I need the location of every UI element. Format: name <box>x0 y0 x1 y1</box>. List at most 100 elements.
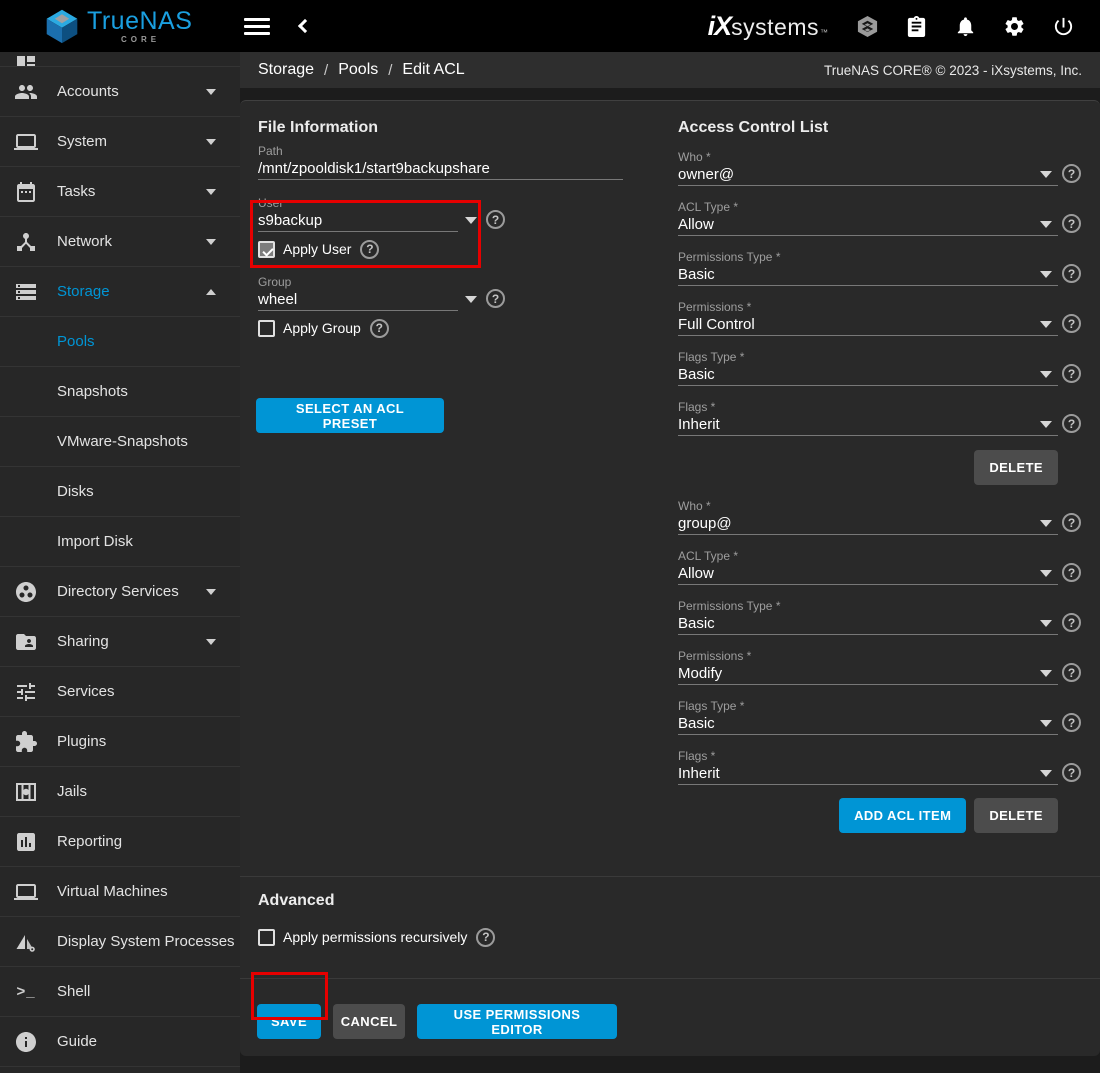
group-select[interactable]: Group wheel ? <box>258 275 658 311</box>
power-icon[interactable] <box>1052 15 1075 38</box>
delete-acl-item-button[interactable]: DELETE <box>974 798 1058 833</box>
sidebar-item-jails[interactable]: Jails <box>0 767 240 817</box>
acl-flags-type-select[interactable]: Flags Type * Basic ? <box>678 350 1058 386</box>
dashboard-icon <box>14 53 38 67</box>
sidebar-item-tasks[interactable]: Tasks <box>0 167 240 217</box>
help-icon[interactable]: ? <box>486 289 505 308</box>
use-permissions-editor-button[interactable]: USE PERMISSIONS EDITOR <box>417 1004 617 1039</box>
dropdown-caret-icon <box>1040 271 1052 278</box>
sidebar-item-plugins[interactable]: Plugins <box>0 717 240 767</box>
acl-flags-select[interactable]: Flags * Inherit ? <box>678 400 1058 436</box>
apply-user-row: Apply User ? <box>258 240 658 258</box>
acl-flags-type-select[interactable]: Flags Type * Basic ? <box>678 699 1058 735</box>
sidebar-item-storage[interactable]: Storage <box>0 267 240 317</box>
acl-permissions-select[interactable]: Permissions * Full Control ? <box>678 300 1058 336</box>
acl-who-select[interactable]: Who * group@ ? <box>678 499 1058 535</box>
brand-edition: CORE <box>121 36 192 44</box>
apply-group-checkbox[interactable] <box>258 320 275 337</box>
acl-permissions-type-select[interactable]: Permissions Type * Basic ? <box>678 599 1058 635</box>
breadcrumb-pools[interactable]: Pools <box>338 61 378 79</box>
sidebar-item-import-disk[interactable]: Import Disk <box>0 517 240 567</box>
acl-flags-select[interactable]: Flags * Inherit ? <box>678 749 1058 785</box>
sidebar-item-display-system-processes[interactable]: Display System Processes <box>0 917 240 967</box>
advanced-section: Advanced Apply permissions recursively ? <box>240 877 1100 978</box>
virtual-machines-laptop-icon <box>14 880 38 904</box>
help-icon[interactable]: ? <box>1062 663 1081 682</box>
sidebar-item-guide[interactable]: Guide <box>0 1017 240 1067</box>
user-select[interactable]: User s9backup ? <box>258 196 658 232</box>
sidebar-item-accounts[interactable]: Accounts <box>0 67 240 117</box>
add-acl-item-button[interactable]: ADD ACL ITEM <box>839 798 966 833</box>
acl-type-select[interactable]: ACL Type * Allow ? <box>678 549 1058 585</box>
collapse-chevron-left-icon[interactable] <box>298 19 312 33</box>
tasks-clipboard-icon[interactable] <box>905 15 928 38</box>
help-icon[interactable]: ? <box>1062 613 1081 632</box>
delete-acl-item-button[interactable]: DELETE <box>974 450 1058 485</box>
apply-user-checkbox[interactable] <box>258 241 275 258</box>
dropdown-caret-icon <box>1040 421 1052 428</box>
breadcrumb-storage[interactable]: Storage <box>258 61 314 79</box>
sidebar-item-system[interactable]: System <box>0 117 240 167</box>
help-icon[interactable]: ? <box>1062 713 1081 732</box>
help-icon[interactable]: ? <box>1062 763 1081 782</box>
acl-who-select[interactable]: Who * owner@ ? <box>678 150 1058 186</box>
help-icon[interactable]: ? <box>1062 164 1081 183</box>
form-actions: SAVE CANCEL USE PERMISSIONS EDITOR <box>240 979 1100 1039</box>
sidebar-item-vmware-snapshots[interactable]: VMware-Snapshots <box>0 417 240 467</box>
sidebar-item-disks[interactable]: Disks <box>0 467 240 517</box>
file-information-title: File Information <box>258 120 658 136</box>
path-field[interactable]: Path /mnt/zpooldisk1/start9backupshare <box>258 144 658 180</box>
sidebar-item-directory-services[interactable]: Directory Services <box>0 567 240 617</box>
apply-recursively-checkbox[interactable] <box>258 929 275 946</box>
help-icon[interactable]: ? <box>1062 264 1081 283</box>
help-icon[interactable]: ? <box>1062 214 1081 233</box>
dropdown-caret-icon <box>1040 221 1052 228</box>
directory-services-icon <box>14 580 38 604</box>
chevron-down-icon <box>206 89 216 95</box>
chevron-down-icon <box>206 189 216 195</box>
dropdown-caret-icon <box>1040 570 1052 577</box>
help-icon[interactable]: ? <box>360 240 379 259</box>
plugins-puzzle-icon <box>14 730 38 754</box>
help-icon[interactable]: ? <box>1062 563 1081 582</box>
help-icon[interactable]: ? <box>1062 364 1081 383</box>
notifications-bell-icon[interactable] <box>954 15 977 38</box>
sidebar-item-shell[interactable]: >_ Shell <box>0 967 240 1017</box>
sidebar-item-pools[interactable]: Pools <box>0 317 240 367</box>
advanced-title: Advanced <box>258 893 1082 909</box>
truenas-logo[interactable]: TrueNAS CORE <box>44 8 192 44</box>
jails-icon <box>14 780 38 804</box>
cancel-button[interactable]: CANCEL <box>333 1004 405 1039</box>
truenas-logo-icon <box>44 8 80 44</box>
chevron-up-icon <box>206 289 216 295</box>
help-icon[interactable]: ? <box>1062 314 1081 333</box>
sidebar-item-dashboard[interactable] <box>0 52 240 67</box>
help-icon[interactable]: ? <box>370 319 389 338</box>
system-processes-icon <box>14 930 38 954</box>
dropdown-caret-icon <box>1040 620 1052 627</box>
select-acl-preset-button[interactable]: SELECT AN ACL PRESET <box>256 398 444 433</box>
shell-terminal-icon: >_ <box>14 980 38 1004</box>
sidebar-item-services[interactable]: Services <box>0 667 240 717</box>
sidebar-item-snapshots[interactable]: Snapshots <box>0 367 240 417</box>
settings-gear-icon[interactable] <box>1003 15 1026 38</box>
breadcrumb-edit-acl: Edit ACL <box>402 61 464 79</box>
help-icon[interactable]: ? <box>486 210 505 229</box>
help-icon[interactable]: ? <box>476 928 495 947</box>
acl-permissions-type-select[interactable]: Permissions Type * Basic ? <box>678 250 1058 286</box>
help-icon[interactable]: ? <box>1062 513 1081 532</box>
sidebar-item-reporting[interactable]: Reporting <box>0 817 240 867</box>
help-icon[interactable]: ? <box>1062 414 1081 433</box>
storage-icon <box>14 280 38 304</box>
acl-permissions-select[interactable]: Permissions * Modify ? <box>678 649 1058 685</box>
sidebar-item-network[interactable]: Network <box>0 217 240 267</box>
brand-name: TrueNAS <box>87 9 192 34</box>
save-button[interactable]: SAVE <box>257 1004 321 1039</box>
sidebar-item-virtual-machines[interactable]: Virtual Machines <box>0 867 240 917</box>
truecommand-icon[interactable] <box>856 15 879 38</box>
sidebar-item-sharing[interactable]: Sharing <box>0 617 240 667</box>
hamburger-menu-icon[interactable] <box>244 14 270 39</box>
chevron-down-icon <box>206 139 216 145</box>
acl-title: Access Control List <box>678 120 1058 136</box>
acl-type-select[interactable]: ACL Type * Allow ? <box>678 200 1058 236</box>
